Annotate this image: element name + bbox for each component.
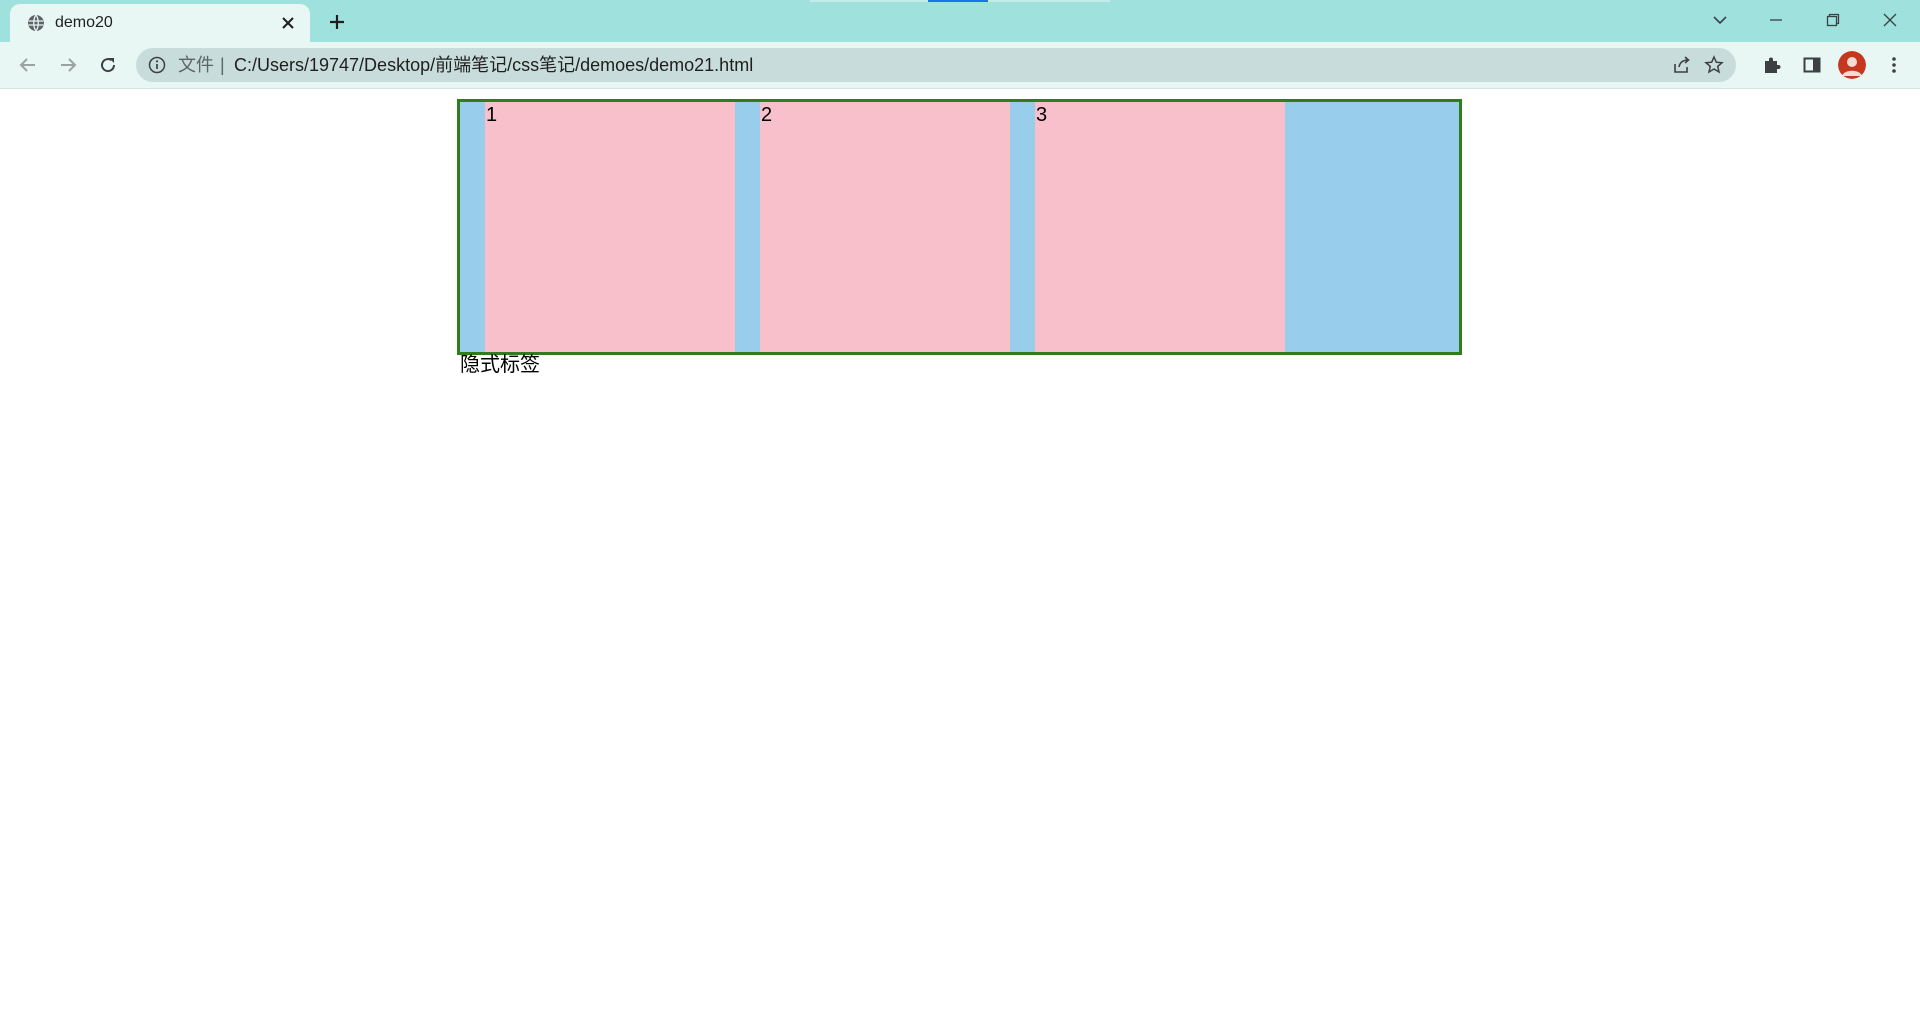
- star-icon[interactable]: [1702, 53, 1726, 77]
- item-label-1: 1: [486, 104, 498, 126]
- extensions-button[interactable]: [1756, 49, 1788, 81]
- restore-button[interactable]: [1805, 0, 1861, 40]
- item-label-2: 2: [761, 104, 773, 126]
- globe-icon: [26, 13, 46, 33]
- share-icon[interactable]: [1670, 53, 1694, 77]
- restore-icon: [1826, 13, 1840, 27]
- minimize-icon: [1770, 19, 1782, 21]
- minimize-button[interactable]: [1748, 0, 1804, 40]
- browser-window: demo20 文件 | C:/Users/19747/Desktop/前端笔记/…: [0, 0, 1920, 1030]
- arrow-right-icon: [61, 58, 77, 72]
- strip-highlight-active: [928, 0, 988, 2]
- arrow-left-icon: [19, 58, 35, 72]
- more-vertical-icon: [1892, 57, 1896, 73]
- item-label-3: 3: [1036, 104, 1048, 126]
- tab-search-button[interactable]: [1692, 0, 1748, 40]
- plus-icon: [330, 15, 344, 29]
- tab-strip: demo20: [0, 0, 1920, 42]
- item-box-1: 1: [485, 102, 735, 352]
- strip-highlight-right: [990, 0, 1110, 2]
- caption-text: 隐式标签: [460, 354, 540, 376]
- security-label: 文件: [178, 55, 214, 75]
- back-button[interactable]: [12, 49, 44, 81]
- close-icon: [1883, 13, 1897, 27]
- reload-button[interactable]: [92, 49, 124, 81]
- item-box-2: 2: [760, 102, 1010, 352]
- tab-demo20[interactable]: demo20: [10, 4, 310, 42]
- puzzle-icon: [1765, 57, 1781, 73]
- tab-close-icon[interactable]: [276, 11, 300, 35]
- address-bar[interactable]: 文件 | C:/Users/19747/Desktop/前端笔记/css笔记/d…: [136, 48, 1736, 82]
- menu-button[interactable]: [1878, 49, 1910, 81]
- side-panel-button[interactable]: [1796, 49, 1828, 81]
- profile-avatar[interactable]: [1838, 51, 1866, 79]
- chevron-down-icon: [1713, 16, 1727, 25]
- tab-title: demo20: [55, 14, 113, 31]
- avatar-icon: [1838, 51, 1866, 79]
- side-panel-icon: [1803, 57, 1821, 73]
- address-separator: |: [220, 55, 225, 75]
- url-text[interactable]: C:/Users/19747/Desktop/前端笔记/css笔记/demoes…: [234, 55, 753, 75]
- close-window-button[interactable]: [1862, 0, 1918, 40]
- info-icon[interactable]: [148, 56, 166, 74]
- toolbar: 文件 | C:/Users/19747/Desktop/前端笔记/css笔记/d…: [0, 42, 1920, 89]
- flex-container: 1 2 3: [457, 99, 1462, 355]
- forward-button[interactable]: [52, 49, 84, 81]
- page-viewport: 1 2 3 隐式标签: [0, 89, 1920, 1030]
- item-box-3: 3: [1035, 102, 1285, 352]
- reload-icon: [101, 58, 116, 73]
- new-tab-button[interactable]: [322, 8, 352, 36]
